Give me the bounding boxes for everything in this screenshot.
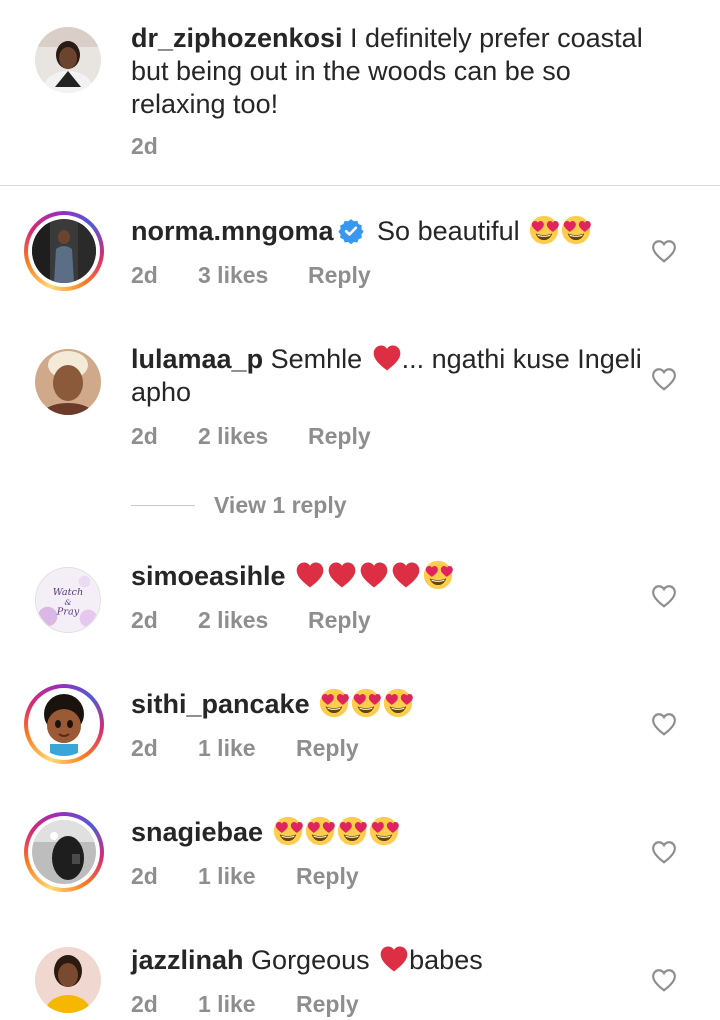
- comment-username[interactable]: snagiebae: [131, 817, 263, 847]
- comment-username[interactable]: jazzlinah: [131, 945, 244, 975]
- view-replies-line: [131, 505, 195, 506]
- comment-time: 2d: [131, 133, 158, 159]
- likes-count[interactable]: 1 like: [198, 991, 256, 1018]
- red-heart-emoji-icon: [379, 944, 409, 974]
- avatar-text: Watch: [53, 587, 83, 598]
- red-heart-emoji-icon: [359, 560, 389, 590]
- heart-eyes-emoji-icon: [305, 816, 335, 846]
- likes-count[interactable]: 1 like: [198, 863, 256, 890]
- comment-text: jazzlinah Gorgeous babes: [131, 944, 651, 977]
- comment-username[interactable]: simoeasihle: [131, 561, 286, 591]
- avatar-photo: [35, 27, 101, 93]
- avatar-photo: [32, 820, 96, 884]
- comment-text: sithi_pancake: [131, 688, 651, 721]
- comment-time: 2d: [131, 262, 158, 288]
- comment-time: 2d: [131, 991, 158, 1017]
- reply-button[interactable]: Reply: [296, 735, 359, 762]
- heart-eyes-emoji-icon: [529, 215, 559, 245]
- avatar-photo: Watch & Pray: [35, 567, 101, 633]
- heart-eyes-emoji-icon: [369, 816, 399, 846]
- avatar-lulamaa-p[interactable]: [28, 342, 108, 422]
- comment-time: 2d: [131, 423, 158, 449]
- comment-time: 2d: [131, 607, 158, 633]
- likes-count[interactable]: 1 like: [198, 735, 256, 762]
- avatar-simoeasihle[interactable]: Watch & Pray: [28, 560, 108, 640]
- divider: [0, 185, 720, 186]
- avatar-photo: [35, 947, 101, 1013]
- reply-button[interactable]: Reply: [308, 262, 371, 289]
- comment-username[interactable]: sithi_pancake: [131, 689, 310, 719]
- avatar-jazzlinah[interactable]: [28, 940, 108, 1020]
- comment-text: lulamaa_p Semhle ... ngathi kuse Ingeli …: [131, 343, 651, 409]
- reply-button[interactable]: Reply: [296, 863, 359, 890]
- comment-body-after: babes: [409, 945, 483, 975]
- comment-username[interactable]: dr_ziphozenkosi: [131, 23, 343, 53]
- heart-eyes-emoji-icon: [383, 688, 413, 718]
- reply-button[interactable]: Reply: [308, 607, 371, 634]
- like-heart-icon[interactable]: [651, 712, 677, 736]
- likes-count[interactable]: 2 likes: [198, 423, 268, 450]
- comment-body: So beautiful: [377, 216, 520, 246]
- avatar-text: &: [65, 598, 72, 607]
- likes-count[interactable]: 2 likes: [198, 607, 268, 634]
- reply-button[interactable]: Reply: [308, 423, 371, 450]
- comment-username[interactable]: lulamaa_p: [131, 344, 263, 374]
- heart-eyes-emoji-icon: [351, 688, 381, 718]
- red-heart-emoji-icon: [295, 560, 325, 590]
- verified-badge-icon: [337, 219, 364, 244]
- comment-body-before: Gorgeous: [251, 945, 370, 975]
- comment-time: 2d: [131, 863, 158, 889]
- reply-button[interactable]: Reply: [296, 991, 359, 1018]
- like-heart-icon[interactable]: [651, 840, 677, 864]
- avatar-sithi-pancake[interactable]: [24, 684, 104, 764]
- comment-text: norma.mngoma So beautiful: [131, 215, 651, 248]
- heart-eyes-emoji-icon: [273, 816, 303, 846]
- comment-body-before: Semhle: [270, 344, 363, 374]
- heart-eyes-emoji-icon: [319, 688, 349, 718]
- like-heart-icon[interactable]: [651, 584, 677, 608]
- heart-eyes-emoji-icon: [337, 816, 367, 846]
- avatar-norma-mngoma[interactable]: [24, 211, 104, 291]
- like-heart-icon[interactable]: [651, 968, 677, 992]
- comment-username[interactable]: norma.mngoma: [131, 216, 334, 246]
- red-heart-emoji-icon: [391, 560, 421, 590]
- like-heart-icon[interactable]: [651, 239, 677, 263]
- comment-text: snagiebae: [131, 816, 651, 849]
- avatar-text: Pray: [56, 607, 80, 618]
- red-heart-emoji-icon: [372, 343, 402, 373]
- heart-eyes-emoji-icon: [423, 560, 453, 590]
- heart-eyes-emoji-icon: [561, 215, 591, 245]
- avatar-dr-ziphozenkosi[interactable]: [28, 20, 108, 100]
- avatar-photo: [32, 219, 96, 283]
- red-heart-emoji-icon: [327, 560, 357, 590]
- comment-time: 2d: [131, 735, 158, 761]
- likes-count[interactable]: 3 likes: [198, 262, 268, 289]
- comment-text: dr_ziphozenkosi I definitely prefer coas…: [131, 22, 651, 121]
- avatar-snagiebae[interactable]: [24, 812, 104, 892]
- avatar-photo: [35, 349, 101, 415]
- view-replies-label: View 1 reply: [214, 492, 347, 518]
- avatar-photo: [32, 692, 96, 756]
- like-heart-icon[interactable]: [651, 367, 677, 391]
- comment-text: simoeasihle: [131, 560, 651, 593]
